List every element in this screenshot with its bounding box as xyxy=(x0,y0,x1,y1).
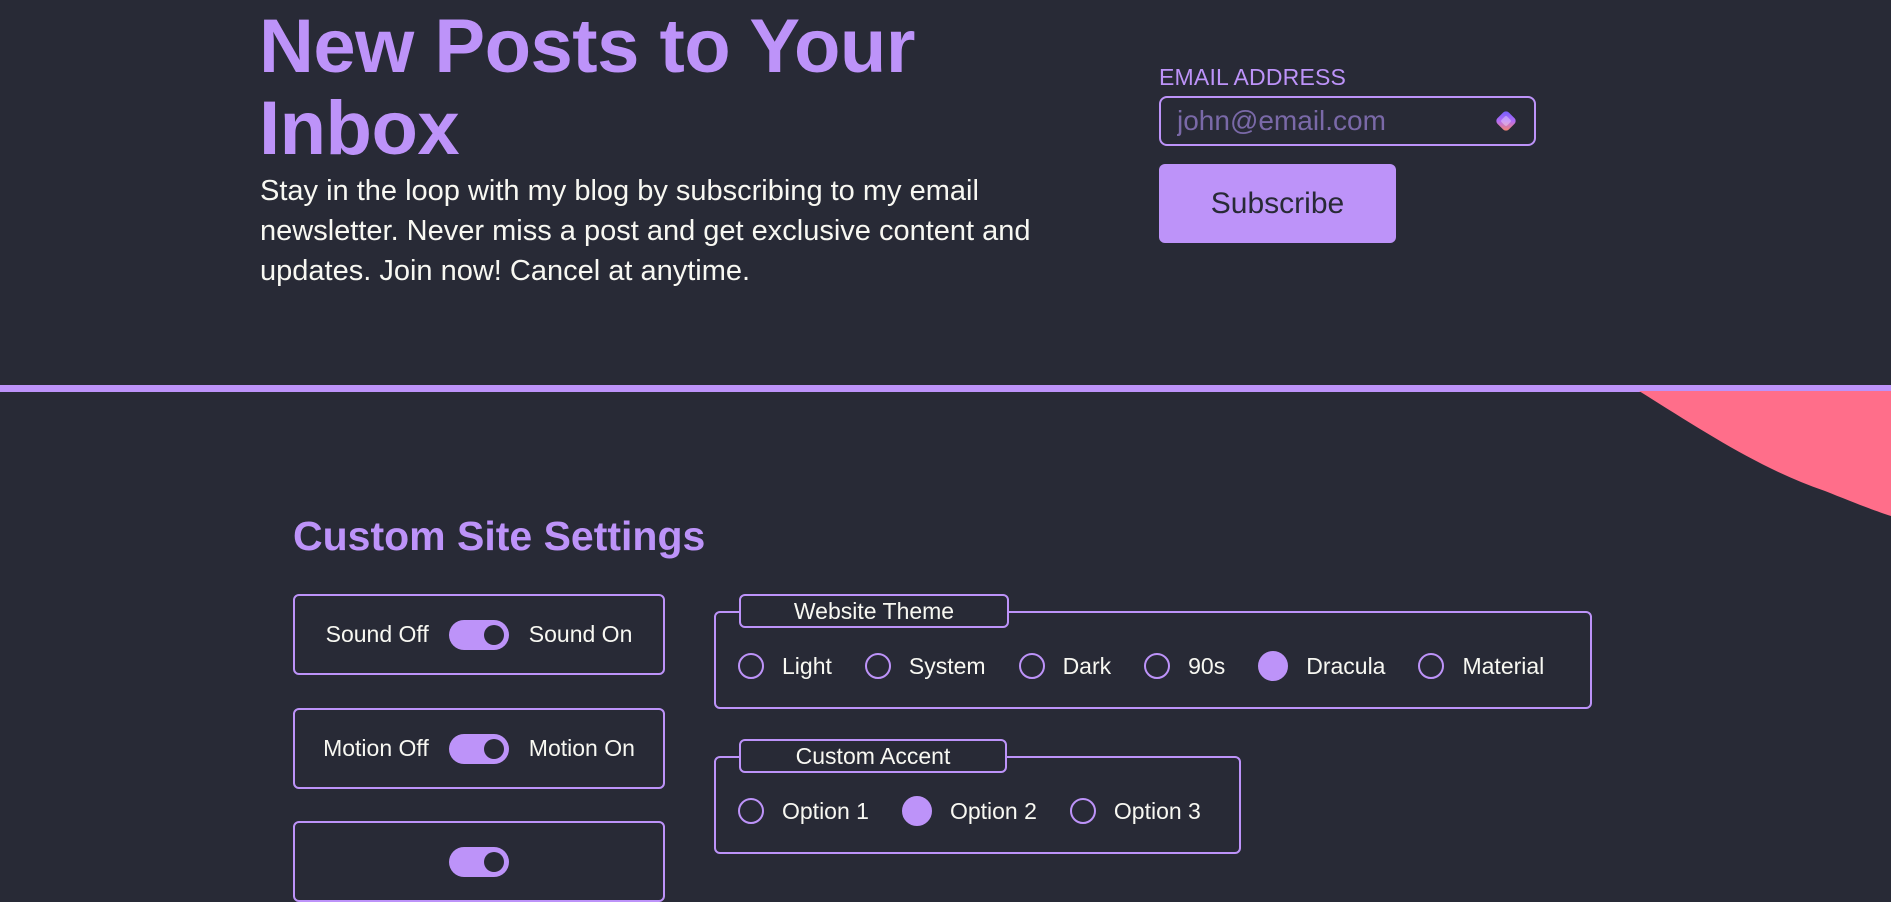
theme-option-system[interactable]: System xyxy=(864,652,986,680)
accent-option-label: Option 2 xyxy=(949,797,1037,824)
accent-option-3[interactable]: Option 3 xyxy=(1069,797,1201,825)
sound-toggle-switch[interactable] xyxy=(448,619,509,650)
sound-off-label: Sound Off xyxy=(325,621,429,647)
theme-option-material[interactable]: Material xyxy=(1418,653,1544,680)
theme-option-90s[interactable]: 90s xyxy=(1144,653,1225,680)
password-manager-icon[interactable] xyxy=(1494,109,1518,133)
theme-option-label: Material xyxy=(1462,652,1545,679)
theme-option-label: Dark xyxy=(1062,652,1112,679)
theme-option-label: 90s xyxy=(1188,652,1226,679)
email-field-container xyxy=(1159,96,1536,146)
decorative-blob xyxy=(1639,391,1891,516)
custom-accent-group: Custom Accent Option 1 Option 2 Option 3 xyxy=(714,739,1241,854)
subscribe-button[interactable]: Subscribe xyxy=(1159,164,1396,243)
theme-option-light[interactable]: Light xyxy=(738,653,832,680)
accent-option-1[interactable]: Option 1 xyxy=(738,798,869,825)
toggle-knob xyxy=(484,851,504,872)
theme-option-dark[interactable]: Dark xyxy=(1018,652,1112,680)
theme-option-label: System xyxy=(908,652,986,679)
newsletter-title: New Posts to Your Inbox xyxy=(259,4,915,171)
website-theme-legend: Website Theme xyxy=(739,594,1009,628)
radio-button[interactable] xyxy=(738,798,764,824)
third-toggle-switch[interactable] xyxy=(449,846,509,877)
motion-off-label: Motion Off xyxy=(323,735,429,761)
radio-button[interactable] xyxy=(1418,653,1445,679)
custom-accent-legend: Custom Accent xyxy=(739,739,1007,773)
motion-toggle-card: Motion Off Motion On xyxy=(293,708,665,789)
newsletter-description: Stay in the loop with my blog by subscri… xyxy=(260,175,1031,287)
email-label: EMAIL ADDRESS xyxy=(1159,64,1347,90)
sound-toggle-card: Sound Off Sound On xyxy=(293,594,665,675)
theme-option-label: Light xyxy=(782,652,832,679)
email-input[interactable] xyxy=(1161,98,1491,144)
accent-options: Option 1 Option 2 Option 3 xyxy=(738,796,1201,826)
radio-button-selected[interactable] xyxy=(1258,651,1289,681)
theme-option-dracula[interactable]: Dracula xyxy=(1258,651,1385,681)
website-theme-group: Website Theme Light System Dark 90s Drac… xyxy=(714,594,1592,709)
toggle-knob xyxy=(483,624,504,645)
theme-option-label: Dracula xyxy=(1306,652,1386,679)
settings-title: Custom Site Settings xyxy=(293,513,706,559)
radio-button[interactable] xyxy=(738,653,764,679)
accent-option-2[interactable]: Option 2 xyxy=(901,796,1037,826)
accent-option-label: Option 1 xyxy=(782,797,869,824)
motion-on-label: Motion On xyxy=(528,735,635,761)
radio-button[interactable] xyxy=(1018,653,1045,679)
sound-on-label: Sound On xyxy=(528,621,633,647)
radio-button-selected[interactable] xyxy=(901,796,932,826)
radio-button[interactable] xyxy=(1144,653,1171,679)
motion-toggle-switch[interactable] xyxy=(448,733,509,764)
accent-option-label: Option 3 xyxy=(1113,797,1201,824)
theme-options: Light System Dark 90s Dracula Material xyxy=(738,651,1544,681)
radio-button[interactable] xyxy=(864,653,891,679)
third-toggle-card xyxy=(293,821,665,902)
radio-button[interactable] xyxy=(1069,798,1096,824)
toggle-knob xyxy=(483,738,504,759)
section-divider xyxy=(0,385,1891,392)
